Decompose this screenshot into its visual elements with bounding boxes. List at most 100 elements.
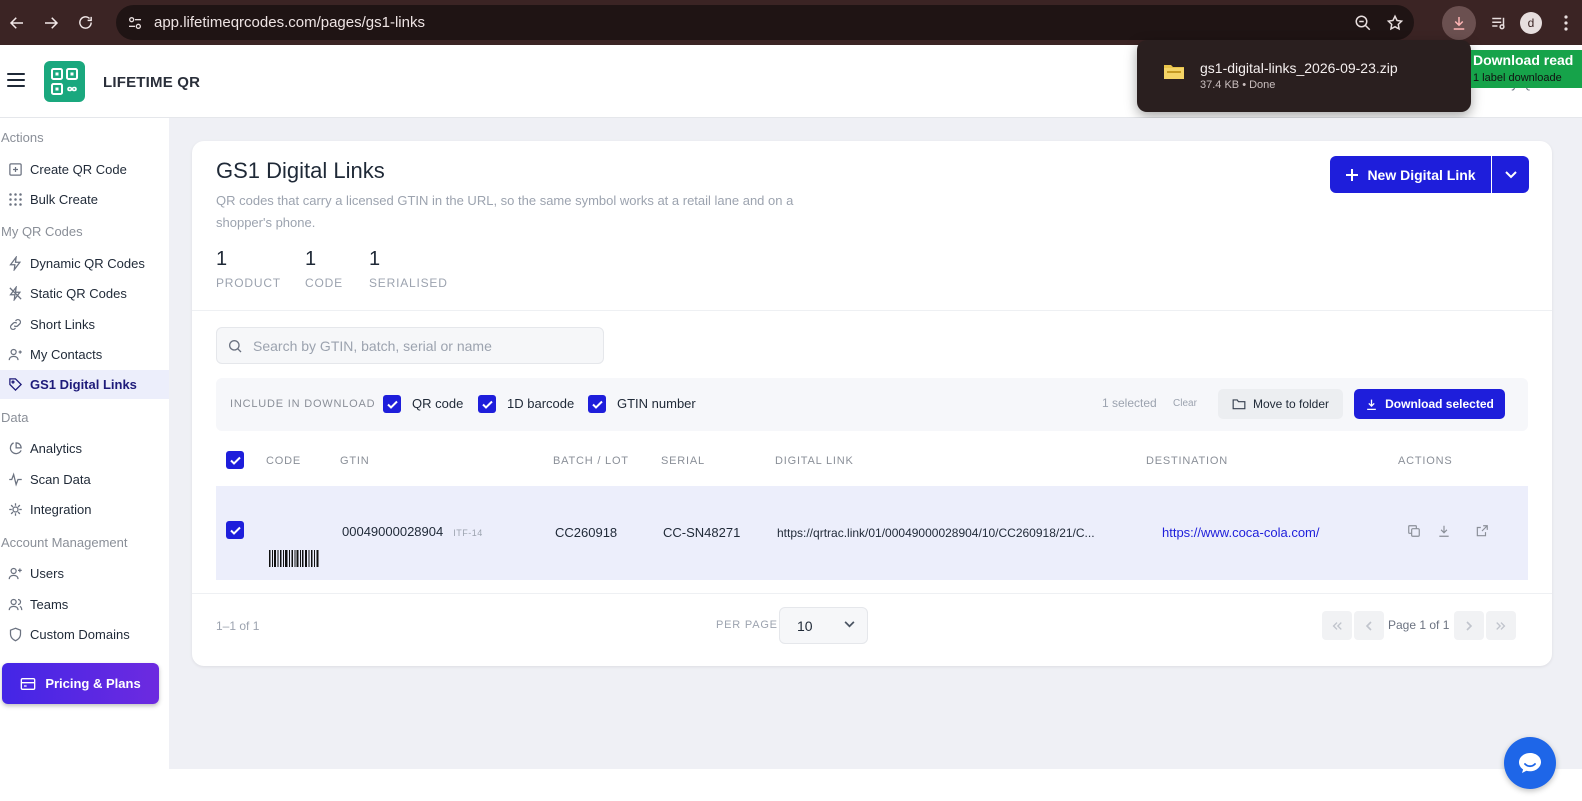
column-header-gtin[interactable]: GTIN xyxy=(340,455,369,467)
sidebar-item-dynamic-qr-codes[interactable]: Dynamic QR Codes xyxy=(0,249,169,278)
external-link-icon[interactable] xyxy=(1475,524,1489,538)
sidebar-item-label: Teams xyxy=(30,597,69,612)
column-header-serial[interactable]: SERIAL xyxy=(661,455,705,467)
next-page-button[interactable] xyxy=(1454,611,1484,640)
user-plus-icon xyxy=(0,566,30,581)
sidebar-item-label: Short Links xyxy=(30,317,96,332)
pricing-label: Pricing & Plans xyxy=(45,676,141,691)
check-icon xyxy=(386,400,398,409)
table-row[interactable]: 00049000028904 ITF-14 CC260918 CC-SN48271… xyxy=(216,486,1528,580)
browser-menu-icon[interactable] xyxy=(1556,14,1576,31)
reload-button[interactable] xyxy=(68,6,102,40)
sidebar-item-label: Integration xyxy=(30,502,92,517)
digital-link-cell[interactable]: https://qrtrac.link/01/00049000028904/10… xyxy=(777,526,1095,540)
sidebar-item-static-qr-codes[interactable]: Static QR Codes xyxy=(0,279,169,308)
chat-support-button[interactable] xyxy=(1504,737,1556,789)
reload-icon xyxy=(78,16,92,29)
column-header-destination[interactable]: DESTINATION xyxy=(1146,455,1228,467)
chat-bubble-icon xyxy=(1519,753,1541,773)
column-header-code[interactable]: CODE xyxy=(266,455,301,467)
folder-icon xyxy=(1163,62,1185,80)
first-page-button[interactable] xyxy=(1322,611,1352,640)
sidebar-item-bulk-create[interactable]: Bulk Create xyxy=(0,185,169,214)
contacts-icon xyxy=(0,347,30,362)
sidebar-item-label: Create QR Code xyxy=(30,162,127,177)
lightning-icon xyxy=(0,256,30,271)
sidebar-item-analytics[interactable]: Analytics xyxy=(0,434,169,463)
column-header-digital-link[interactable]: DIGITAL LINK xyxy=(775,455,854,467)
credit-card-icon xyxy=(20,677,36,690)
link-icon xyxy=(0,317,30,332)
media-control-icon[interactable] xyxy=(1484,14,1514,32)
page-title: GS1 Digital Links xyxy=(216,158,385,183)
arrow-left-icon xyxy=(9,16,23,29)
previous-page-button[interactable] xyxy=(1354,611,1384,640)
column-header-batch[interactable]: BATCH / LOT xyxy=(553,455,629,467)
copy-icon[interactable] xyxy=(1407,524,1421,538)
check-icon xyxy=(229,526,241,535)
section-actions: Actions xyxy=(1,130,44,145)
qr-code-label: QR code xyxy=(412,396,464,411)
sidebar-item-custom-domains[interactable]: Custom Domains xyxy=(0,620,169,649)
zoom-icon[interactable] xyxy=(1354,14,1372,32)
row-checkbox[interactable] xyxy=(226,521,244,539)
download-filename[interactable]: gs1-digital-links_2026-09-23.zip xyxy=(1200,60,1398,76)
new-digital-link-button[interactable]: New Digital Link xyxy=(1330,156,1491,193)
pricing-plans-button[interactable]: Pricing & Plans xyxy=(2,663,159,704)
back-button[interactable] xyxy=(0,6,34,40)
new-digital-link-label: New Digital Link xyxy=(1367,166,1476,183)
menu-toggle[interactable] xyxy=(7,73,25,87)
page-description: QR codes that carry a licensed GTIN in t… xyxy=(216,193,794,230)
stat-value: 1 xyxy=(216,248,228,270)
row-download-icon[interactable] xyxy=(1437,524,1451,538)
download-selected-button[interactable]: Download selected xyxy=(1354,389,1505,419)
sidebar-item-scan-data[interactable]: Scan Data xyxy=(0,465,169,494)
page-indicator: Page 1 of 1 xyxy=(1388,618,1450,632)
last-page-button[interactable] xyxy=(1486,611,1516,640)
qr-code-checkbox[interactable] xyxy=(383,395,401,413)
download-bubble[interactable]: gs1-digital-links_2026-09-23.zip 37.4 KB… xyxy=(1137,40,1471,112)
sidebar-item-teams[interactable]: Teams xyxy=(0,590,169,619)
download-selected-label: Download selected xyxy=(1385,397,1494,411)
users-icon xyxy=(0,597,30,612)
section-data: Data xyxy=(1,410,29,425)
search-input[interactable] xyxy=(253,337,583,354)
qr-logo-icon xyxy=(51,68,78,95)
sidebar-item-create-qr-code[interactable]: Create QR Code xyxy=(0,155,169,184)
url-text: app.lifetimeqrcodes.com/pages/gs1-links xyxy=(154,14,425,31)
stat-label: SERIALISED xyxy=(369,276,448,290)
sidebar-item-gs1-digital-links[interactable]: GS1 Digital Links xyxy=(0,370,169,399)
activity-icon xyxy=(0,472,30,487)
gtin-value: 00049000028904 xyxy=(342,524,444,539)
per-page-value: 10 xyxy=(797,618,813,634)
forward-button[interactable] xyxy=(34,6,68,40)
site-settings-icon[interactable] xyxy=(118,15,152,31)
destination-link[interactable]: https://www.coca-cola.com/ xyxy=(1162,525,1320,540)
gs1-links-card: GS1 Digital Links QR codes that carry a … xyxy=(192,141,1552,666)
per-page-select[interactable]: 10 xyxy=(779,607,868,644)
download-options-bar: INCLUDE IN DOWNLOAD QR code 1D barcode G… xyxy=(216,378,1528,431)
downloads-button[interactable] xyxy=(1442,5,1476,40)
sidebar-item-my-contacts[interactable]: My Contacts xyxy=(0,340,169,369)
sidebar-item-users[interactable]: Users xyxy=(0,559,169,588)
page-footer-area xyxy=(0,769,1582,801)
bookmark-star-icon[interactable] xyxy=(1386,14,1404,32)
address-bar[interactable]: app.lifetimeqrcodes.com/pages/gs1-links xyxy=(116,5,1414,40)
gtin-cell: 00049000028904 ITF-14 xyxy=(342,524,483,539)
profile-avatar[interactable]: d xyxy=(1520,11,1542,34)
clear-selection-link[interactable]: Clear xyxy=(1173,398,1197,409)
move-to-folder-button[interactable]: Move to folder xyxy=(1218,389,1343,419)
sidebar-item-integration[interactable]: Integration xyxy=(0,495,169,524)
check-icon xyxy=(481,400,493,409)
new-digital-link-dropdown[interactable] xyxy=(1492,156,1529,193)
barcode-checkbox[interactable] xyxy=(478,395,496,413)
select-all-checkbox[interactable] xyxy=(226,451,244,469)
gtin-number-checkbox[interactable] xyxy=(588,395,606,413)
plus-icon xyxy=(1346,168,1359,181)
search-box[interactable] xyxy=(216,327,604,364)
sidebar-item-short-links[interactable]: Short Links xyxy=(0,310,169,339)
chevrons-right-icon xyxy=(1496,621,1506,630)
lifetime-qr-logo[interactable] xyxy=(44,61,85,102)
move-to-folder-label: Move to folder xyxy=(1252,397,1330,411)
stat-value: 1 xyxy=(305,248,317,270)
